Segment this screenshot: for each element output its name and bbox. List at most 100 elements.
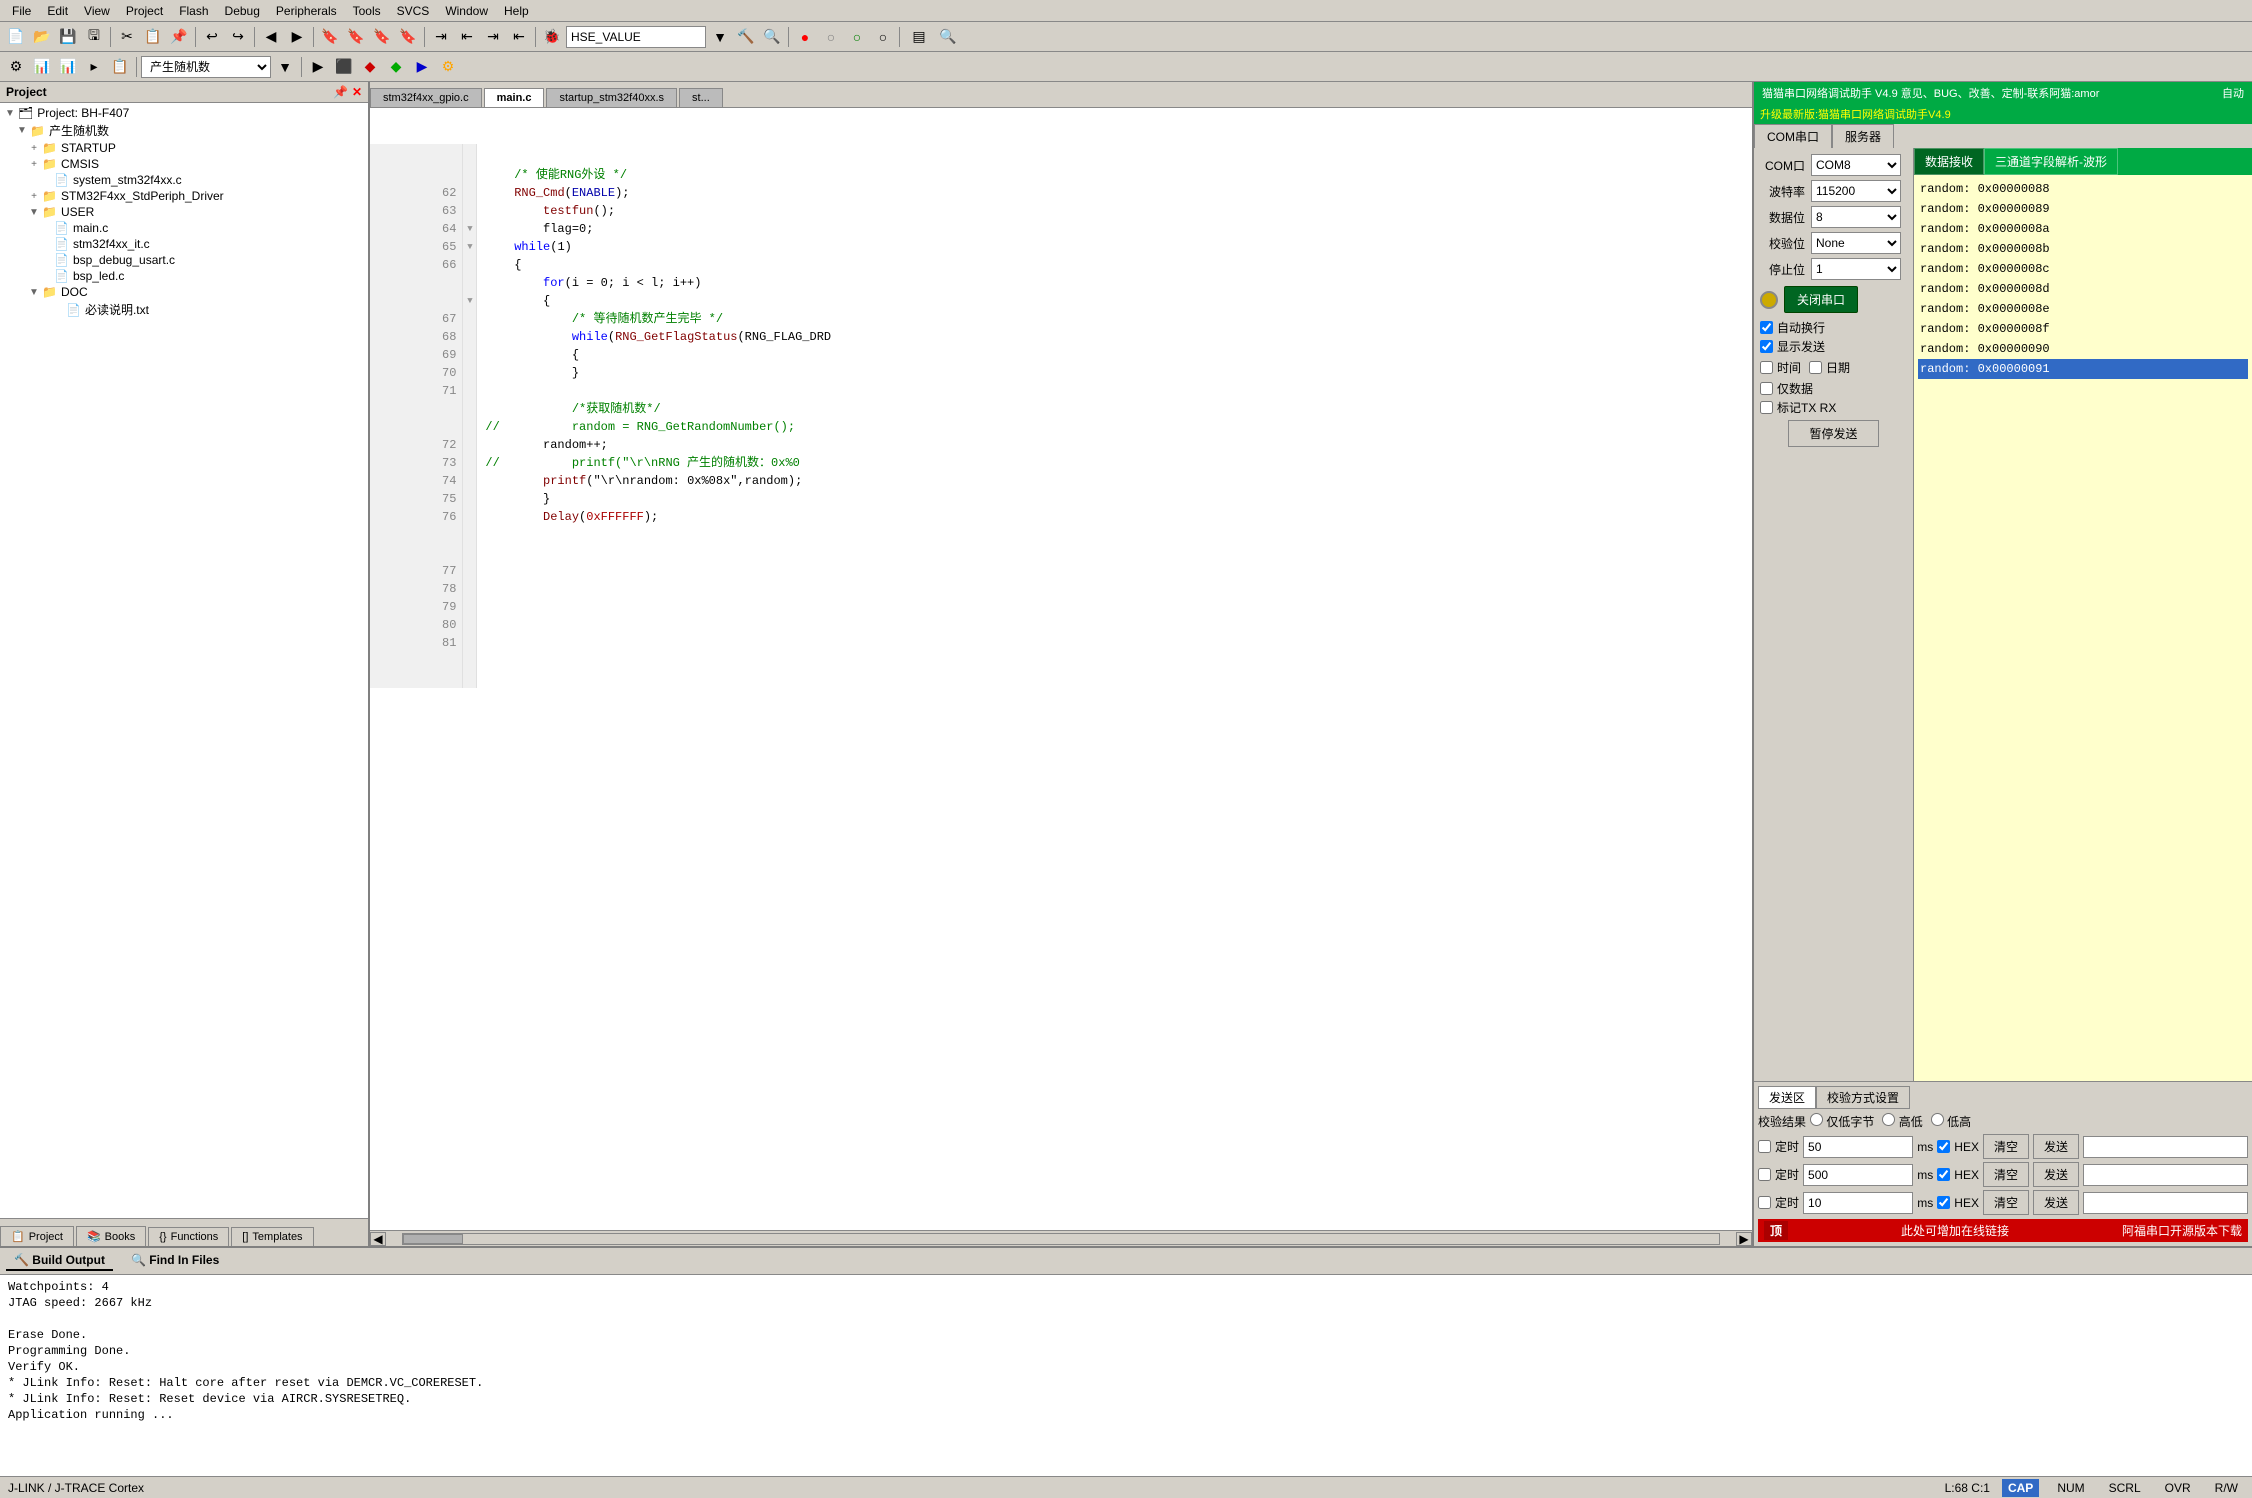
timer2-input[interactable]: [1803, 1164, 1913, 1186]
timer3-cb[interactable]: [1758, 1196, 1771, 1209]
scroll-track[interactable]: [402, 1233, 1720, 1245]
send1-btn[interactable]: 发送: [2033, 1134, 2079, 1159]
menu-debug[interactable]: Debug: [217, 2, 268, 20]
code-content[interactable]: /* 使能RNG外设 */ RNG_Cmd(ENABLE); testfun()…: [477, 144, 1752, 688]
target-dropdown[interactable]: ▼: [273, 55, 297, 79]
tab-startup[interactable]: startup_stm32f40xx.s: [546, 88, 677, 107]
search-btn[interactable]: 🔍: [760, 25, 784, 49]
pause-btn[interactable]: 暂停发送: [1788, 420, 1878, 447]
t2-diamond[interactable]: ◆: [358, 55, 382, 79]
hse-input[interactable]: [566, 26, 706, 48]
verify-opt0[interactable]: 仅低字节: [1810, 1113, 1874, 1130]
menu-view[interactable]: View: [76, 2, 118, 20]
send-tab-main[interactable]: 发送区: [1758, 1086, 1816, 1109]
close-serial-btn[interactable]: 关闭串口: [1784, 286, 1858, 313]
date-cb[interactable]: [1809, 361, 1822, 374]
tab-gpio[interactable]: stm32f4xx_gpio.c: [370, 88, 482, 107]
tab-com[interactable]: COM串口: [1754, 124, 1832, 148]
scroll-left-btn[interactable]: ◀: [370, 1232, 386, 1246]
menu-help[interactable]: Help: [496, 2, 537, 20]
only-data-cb[interactable]: [1760, 382, 1773, 395]
t2-stop[interactable]: ⬛: [332, 55, 356, 79]
stop-select[interactable]: 1: [1811, 258, 1901, 280]
bookmark2-btn[interactable]: 🔖: [344, 25, 368, 49]
verify-radio-0[interactable]: [1810, 1113, 1823, 1126]
tree-led-file[interactable]: 📄 bsp_led.c: [2, 268, 366, 284]
t2-gear[interactable]: ⚙: [436, 55, 460, 79]
timer2-cb[interactable]: [1758, 1168, 1771, 1181]
baud-select[interactable]: 115200: [1811, 180, 1901, 202]
menu-file[interactable]: File: [4, 2, 39, 20]
t2-btn3[interactable]: 📊: [56, 55, 80, 79]
tab-functions[interactable]: {} Functions: [148, 1227, 229, 1246]
tab-books[interactable]: 📚 Books: [76, 1226, 146, 1246]
scroll-thumb[interactable]: [403, 1234, 463, 1244]
mark-txrx-cb[interactable]: [1760, 401, 1773, 414]
menu-project[interactable]: Project: [118, 2, 171, 20]
com-select[interactable]: COM8: [1811, 154, 1901, 176]
send3-btn[interactable]: 发送: [2033, 1190, 2079, 1215]
target-select[interactable]: 产生随机数: [141, 56, 271, 78]
build-tab-find[interactable]: 🔍 Find In Files: [123, 1251, 227, 1271]
menu-tools[interactable]: Tools: [345, 2, 389, 20]
timer3-input[interactable]: [1803, 1192, 1913, 1214]
clear3-btn[interactable]: 清空: [1983, 1190, 2029, 1215]
menu-svcs[interactable]: SVCS: [389, 2, 438, 20]
tree-readme-file[interactable]: 📄 必读说明.txt: [2, 300, 366, 319]
tree-cmsis-folder[interactable]: + 📁 CMSIS: [2, 156, 366, 172]
indent-btn[interactable]: ⇥: [429, 25, 453, 49]
tree-stdperiph-folder[interactable]: + 📁 STM32F4xx_StdPeriph_Driver: [2, 188, 366, 204]
timer1-cb[interactable]: [1758, 1140, 1771, 1153]
tab-templates[interactable]: [] Templates: [231, 1227, 313, 1246]
tab-st[interactable]: st...: [679, 88, 723, 107]
clear1-btn[interactable]: 清空: [1983, 1134, 2029, 1159]
t2-btn5[interactable]: 📋: [108, 55, 132, 79]
bookmark3-btn[interactable]: 🔖: [370, 25, 394, 49]
t2-run[interactable]: ▶: [306, 55, 330, 79]
bookmark-btn[interactable]: 🔖: [318, 25, 342, 49]
send2-btn[interactable]: 发送: [2033, 1162, 2079, 1187]
open-btn[interactable]: 📂: [30, 25, 54, 49]
new-btn[interactable]: 📄: [4, 25, 28, 49]
undo-btn[interactable]: ↩: [200, 25, 224, 49]
bookmark4-btn[interactable]: 🔖: [396, 25, 420, 49]
nav-back-btn[interactable]: ◀: [259, 25, 283, 49]
code-editor[interactable]: 6263646566 6768697071 7273747576 7778798…: [370, 108, 1752, 1230]
cut-btn[interactable]: ✂: [115, 25, 139, 49]
hex2-cb[interactable]: [1937, 1168, 1950, 1181]
auto-newline-cb[interactable]: [1760, 321, 1773, 334]
menu-window[interactable]: Window: [437, 2, 496, 20]
indent2-btn[interactable]: ⇤: [455, 25, 479, 49]
scroll-right-btn[interactable]: ▶: [1736, 1232, 1752, 1246]
debug-icon-btn[interactable]: 🐞: [540, 25, 564, 49]
hse-dropdown[interactable]: ▼: [708, 25, 732, 49]
circle4-btn[interactable]: ○: [871, 25, 895, 49]
send2-input[interactable]: [2083, 1164, 2248, 1186]
tree-it-file[interactable]: 📄 stm32f4xx_it.c: [2, 236, 366, 252]
menu-edit[interactable]: Edit: [39, 2, 76, 20]
show-send-cb[interactable]: [1760, 340, 1773, 353]
circle3-btn[interactable]: ○: [845, 25, 869, 49]
paste-btn[interactable]: 📌: [167, 25, 191, 49]
verify-radio-2[interactable]: [1931, 1113, 1944, 1126]
clear2-btn[interactable]: 清空: [1983, 1162, 2029, 1187]
tab-project[interactable]: 📋 Project: [0, 1226, 74, 1246]
upgrade-link[interactable]: 升级最新版:猫猫串口网络调试助手V4.9: [1760, 106, 1951, 122]
tree-startup-folder[interactable]: + 📁 STARTUP: [2, 140, 366, 156]
tab-server[interactable]: 服务器: [1832, 124, 1894, 148]
tree-user-folder[interactable]: ▼ 📁 USER: [2, 204, 366, 220]
tree-debug-file[interactable]: 📄 bsp_debug_usart.c: [2, 252, 366, 268]
t2-play[interactable]: ▶: [410, 55, 434, 79]
copy-btn[interactable]: 📋: [141, 25, 165, 49]
footer-link[interactable]: 此处可增加在线链接: [1901, 1222, 2009, 1239]
send3-input[interactable]: [2083, 1192, 2248, 1214]
hex3-cb[interactable]: [1937, 1196, 1950, 1209]
send1-input[interactable]: [2083, 1136, 2248, 1158]
t2-btn2[interactable]: 📊: [30, 55, 54, 79]
timer1-input[interactable]: [1803, 1136, 1913, 1158]
build-btn[interactable]: 🔨: [734, 25, 758, 49]
tree-system-file[interactable]: 📄 system_stm32f4xx.c: [2, 172, 366, 188]
t2-btn4[interactable]: ▸: [82, 55, 106, 79]
zoom-btn[interactable]: 🔍: [936, 25, 960, 49]
verify-radio-1[interactable]: [1882, 1113, 1895, 1126]
